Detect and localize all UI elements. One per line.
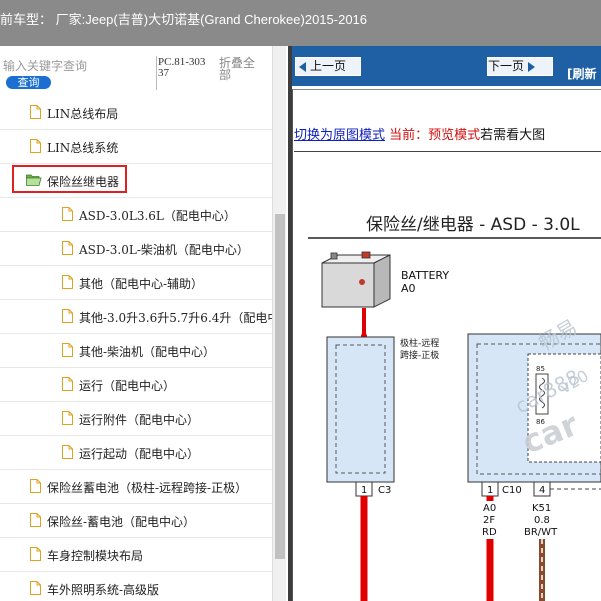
divider — [156, 56, 157, 90]
wire1-gauge: 2F — [483, 515, 495, 526]
tree-item[interactable]: 运行附件（配电中心） — [0, 402, 272, 436]
connector-c3-name: C3 — [378, 485, 391, 496]
right-panel: 上一页 下一页 [刷新 切换为原图模式 当前：预览模式若需看大图 保险丝/继电器… — [292, 46, 601, 601]
arrow-right-icon — [528, 61, 536, 72]
document-icon — [62, 343, 73, 357]
tree-item[interactable]: 其他-柴油机（配电中心） — [0, 334, 272, 368]
document-icon — [62, 275, 73, 289]
connector-c10-pin: 1 — [487, 485, 493, 496]
folder-open-icon — [26, 173, 42, 187]
mode-line: 切换为原图模式 当前：预览模式若需看大图 — [294, 124, 545, 143]
tree-item-label: 运行附件（配电中心） — [79, 413, 200, 427]
tree-item-label: 保险丝继电器 — [47, 175, 120, 189]
current-mode-text: 当前：预览模式 — [389, 128, 481, 143]
wire1-color: RD — [482, 527, 497, 538]
wire2-gauge: 0.8 — [534, 515, 550, 526]
refresh-link[interactable]: [刷新 — [567, 65, 597, 82]
tree-item[interactable]: 保险丝-蓄电池（配电中心） — [0, 504, 272, 538]
wiring-diagram[interactable]: 保险丝/继电器 - ASD - 3.0L BATTERY A0 极柱-远程 跨接… — [292, 156, 601, 601]
tree-item[interactable]: 保险丝蓄电池（极柱-远程跨接-正极） — [0, 470, 272, 504]
tree-item-label: 车身控制模块布局 — [47, 549, 144, 563]
connector-pin-4-num: 4 — [539, 485, 545, 496]
relay-pin-a: 85 — [536, 365, 545, 373]
tree-item-label: LIN总线系统 — [47, 141, 119, 155]
title-bar: 前车型： 厂家:Jeep(吉普)大切诺基(Grand Cherokee)2015… — [0, 0, 601, 46]
prev-page-label: 上一页 — [310, 59, 347, 73]
tree-item-label: LIN总线布局 — [47, 107, 119, 121]
document-icon — [62, 377, 73, 391]
document-icon — [62, 241, 73, 255]
battery-code: A0 — [401, 282, 416, 295]
tree-item-label: 保险丝蓄电池（极柱-远程跨接-正极） — [47, 481, 248, 495]
document-icon — [62, 445, 73, 459]
wire2-code: K51 — [532, 503, 551, 514]
tree-item[interactable]: 保险丝继电器 — [0, 164, 272, 198]
tree-item[interactable]: LIN总线布局 — [0, 96, 272, 130]
tree-item[interactable]: LIN总线系统 — [0, 130, 272, 164]
document-icon — [30, 105, 41, 119]
battery-icon — [321, 251, 391, 308]
arrow-left-icon — [299, 61, 306, 72]
vehicle-title: 前车型： 厂家:Jeep(吉普)大切诺基(Grand Cherokee)2015… — [0, 12, 368, 27]
document-icon — [62, 411, 73, 425]
tree-item[interactable]: 其他-3.0升3.6升5.7升6.4升（配电中 — [0, 300, 279, 334]
battery-label: BATTERY — [401, 269, 449, 282]
terminal-module — [326, 336, 395, 483]
tree-item-label: ASD-3.0L3.6L（配电中心） — [79, 209, 236, 223]
tree-item-label: 运行（配电中心） — [79, 379, 176, 393]
tree-item[interactable]: 运行起动（配电中心） — [0, 436, 272, 470]
document-icon — [62, 309, 73, 323]
connector-c3-pin: 1 — [361, 485, 367, 496]
page-nav-bar: 上一页 下一页 [刷新 — [292, 46, 601, 86]
tree-item-label: 运行起动（配电中心） — [79, 447, 200, 461]
tree-item[interactable]: 其他（配电中心-辅助） — [0, 266, 272, 300]
document-icon — [30, 479, 41, 493]
search-input[interactable] — [3, 57, 153, 75]
tree-item[interactable]: ASD-3.0L-柴油机（配电中心） — [0, 232, 272, 266]
tree-item-label: ASD-3.0L-柴油机（配电中心） — [79, 243, 249, 257]
document-icon — [62, 207, 73, 221]
terminal-label-1: 极柱-远程 — [400, 337, 439, 349]
tree-item[interactable]: 车身控制模块布局 — [0, 538, 272, 572]
tree-item-label: 其他-柴油机（配电中心） — [79, 345, 216, 359]
search-bar: 查询 PC.81-30337 折叠全部 — [0, 46, 290, 92]
wire2-color: BR/WT — [524, 527, 558, 538]
connector-c10-name: C10 — [502, 485, 522, 496]
tree-item[interactable]: ASD-3.0L3.6L（配电中心） — [0, 198, 272, 232]
left-panel: 查询 PC.81-30337 折叠全部 LIN总线布局 LIN总线系统保险丝继电器… — [0, 46, 290, 601]
wire1-code: A0 — [483, 503, 496, 514]
mode-rule — [294, 151, 601, 152]
document-icon — [30, 581, 41, 595]
hint-text: 若需看大图 — [480, 128, 546, 143]
tree-scrollbar[interactable] — [272, 46, 286, 601]
tree-item-label: 保险丝-蓄电池（配电中心） — [47, 515, 196, 529]
tree-item[interactable]: 运行（配电中心） — [0, 368, 272, 402]
terminal-label-2: 跨接-正极 — [400, 349, 439, 361]
tree-item-label: 其他（配电中心-辅助） — [79, 277, 204, 291]
tree-item-label: 其他-3.0升3.6升5.7升6.4升（配电中 — [79, 311, 280, 325]
switch-original-mode-link[interactable]: 切换为原图模式 — [294, 128, 385, 143]
document-icon — [30, 513, 41, 527]
scrollbar-thumb[interactable] — [275, 214, 285, 559]
diagram-title: 保险丝/继电器 - ASD - 3.0L — [366, 215, 580, 235]
prev-page-button[interactable]: 上一页 — [295, 57, 361, 76]
search-button[interactable]: 查询 — [6, 76, 51, 89]
next-page-label: 下一页 — [488, 59, 525, 73]
tree-list: LIN总线布局 LIN总线系统 保险丝继电器 ASD-3.0L3.6L（配电中心） AS… — [0, 96, 279, 601]
collapse-all-button[interactable]: 折叠全部 — [219, 57, 263, 81]
tree-item-label: 车外照明系统-高级版 — [47, 583, 160, 597]
tree-item[interactable]: 车外照明系统-高级版 — [0, 572, 272, 601]
document-icon — [30, 547, 41, 561]
next-page-button[interactable]: 下一页 — [487, 57, 553, 76]
pc-code: PC.81-30337 — [158, 56, 206, 79]
document-icon — [30, 139, 41, 153]
